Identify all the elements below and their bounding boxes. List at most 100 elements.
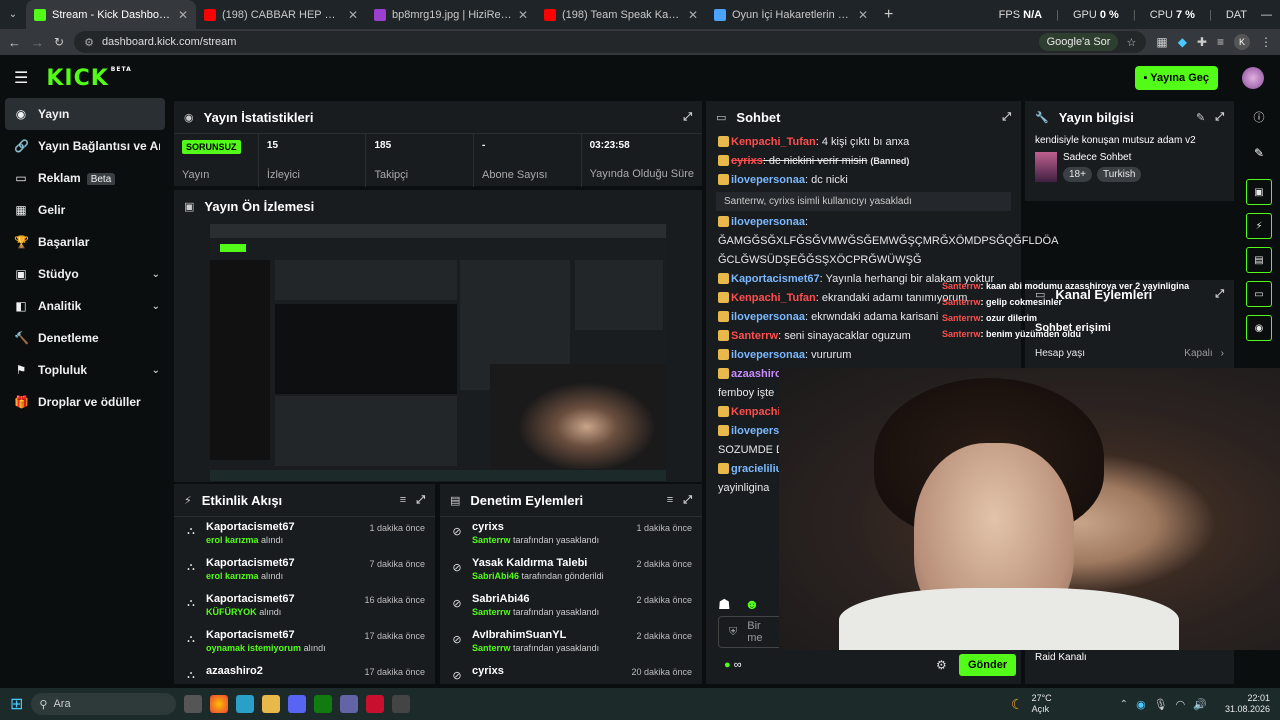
task-view-icon[interactable]: [184, 695, 203, 713]
info-icon[interactable]: ⓘ: [1238, 101, 1280, 133]
hamburger-menu-icon[interactable]: ☰: [14, 68, 28, 88]
expand-icon[interactable]: ⤢: [1215, 111, 1224, 124]
list-item[interactable]: ⊘ cyrixs Santerrw tarafından yasaklandı …: [440, 517, 702, 553]
ban-icon: ⊘: [452, 562, 462, 574]
teams-icon[interactable]: [340, 695, 359, 713]
go-live-button[interactable]: ▪ Yayına Geç: [1134, 66, 1218, 90]
badge-icon: [718, 174, 729, 185]
xbox-icon[interactable]: [314, 695, 333, 713]
moderation-actions-panel: ▤ Denetim Eylemleri ≡ ⤢ ⊘ cyrixs Santerr…: [440, 484, 702, 684]
sidebar-item-label: Reklam Beta: [38, 171, 160, 185]
close-tab-icon[interactable]: ✕: [178, 8, 188, 22]
list-item[interactable]: ⊘ SabriAbi46 Santerrw tarafından yasakla…: [440, 589, 702, 625]
expand-icon[interactable]: ⤢: [683, 494, 692, 507]
kick-emote-icon[interactable]: ☗: [718, 596, 731, 613]
list-item[interactable]: ⛬ Kaportacismet67 erol karızma alındı 7 …: [174, 553, 435, 589]
chrome-icon[interactable]: [210, 695, 229, 713]
list-item[interactable]: ⛬ Kaportacismet67 erol karızma alındı 1 …: [174, 517, 435, 553]
sidebar-item-icon: ◉: [15, 107, 27, 121]
list-item[interactable]: ⊘ AvIbrahimSuanYL Santerrw tarafından ya…: [440, 625, 702, 661]
close-tab-icon[interactable]: ✕: [518, 8, 528, 22]
browser-tab[interactable]: Stream - Kick Dashboard ✕: [26, 0, 196, 29]
record-icon[interactable]: ◉: [1246, 315, 1272, 341]
lightning-icon[interactable]: ⚡: [1246, 213, 1272, 239]
close-tab-icon[interactable]: ✕: [688, 8, 698, 22]
chat-icon[interactable]: ▭: [1246, 281, 1272, 307]
document-icon[interactable]: ▤: [1246, 247, 1272, 273]
edit-icon[interactable]: ✎: [1196, 111, 1205, 124]
sidebar-item[interactable]: 🎁 Droplar ve ödüller: [0, 386, 170, 418]
chat-message: ilovepersonaa:: [706, 213, 1021, 232]
video-icon[interactable]: ▣: [1246, 179, 1272, 205]
extension-icon[interactable]: ▦: [1156, 35, 1167, 49]
extension-2-icon[interactable]: ◆: [1178, 35, 1187, 49]
bookmark-star-icon[interactable]: ☆: [1126, 36, 1136, 49]
list-item[interactable]: ⛬ Kaportacismet67 KÜFÜRYOK alındı 16 dak…: [174, 589, 435, 625]
chat-input[interactable]: ⛨ Bir me: [718, 616, 788, 648]
stream-preview-video[interactable]: [210, 224, 666, 481]
media-icon[interactable]: ≡: [1217, 35, 1224, 49]
user-group-icon: ⛬: [187, 669, 195, 681]
close-tab-icon[interactable]: ✕: [858, 8, 868, 22]
weather-widget[interactable]: 27°C Açık: [1032, 693, 1052, 715]
chat-settings-icon[interactable]: ⚙: [936, 658, 947, 672]
expand-icon[interactable]: ⤢: [1002, 111, 1011, 124]
emote-icon[interactable]: ☻: [745, 596, 760, 613]
google-ask-button[interactable]: Google'a Sor: [1038, 33, 1119, 51]
edit-layout-icon[interactable]: ✎: [1238, 133, 1280, 173]
new-tab-icon[interactable]: +: [884, 6, 893, 24]
tab-search-icon[interactable]: ⌄: [0, 9, 26, 20]
expand-icon[interactable]: ⤢: [416, 494, 425, 507]
expand-icon[interactable]: ⤢: [683, 111, 692, 124]
filter-icon[interactable]: ≡: [400, 494, 406, 506]
back-icon[interactable]: ←: [8, 35, 21, 50]
obs-icon[interactable]: [392, 695, 411, 713]
expand-icon[interactable]: ⤢: [1215, 288, 1224, 301]
badge-icon: [718, 368, 729, 379]
menu-icon[interactable]: ⋮: [1260, 35, 1272, 49]
timestamp: 2 dakika önce: [636, 559, 692, 569]
app-icon[interactable]: [236, 695, 255, 713]
browser-tab[interactable]: (198) CABBAR HEP HAKLIYDI - ✕: [196, 0, 366, 29]
sidebar-item[interactable]: ▣ Stüdyo ⌄: [0, 258, 170, 290]
webcam-overlay: [779, 368, 1280, 650]
send-button[interactable]: Gönder: [959, 654, 1017, 676]
list-item[interactable]: ⛬ Kaportacismet67 oynamak istemiyorum al…: [174, 625, 435, 661]
windows-start-icon[interactable]: ⊞: [10, 694, 23, 714]
raid-channel[interactable]: Raid Kanalı: [1035, 652, 1087, 663]
app-red-icon[interactable]: [366, 695, 385, 713]
network-icon[interactable]: ◠: [1176, 698, 1186, 711]
sidebar-item[interactable]: 🔨 Denetleme: [0, 322, 170, 354]
clock[interactable]: 22:01 31.08.2026: [1225, 693, 1270, 715]
user-avatar[interactable]: [1242, 67, 1264, 89]
close-tab-icon[interactable]: ✕: [348, 8, 358, 22]
file-explorer-icon[interactable]: [262, 695, 281, 713]
forward-icon[interactable]: →: [31, 35, 44, 50]
sidebar-item[interactable]: ⚑ Topluluk ⌄: [0, 354, 170, 386]
filter-icon[interactable]: ≡: [667, 494, 673, 506]
reload-icon[interactable]: ↻: [54, 35, 64, 49]
sidebar-item[interactable]: ▦ Gelir: [0, 194, 170, 226]
url-field[interactable]: ⚙ dashboard.kick.com/stream Google'a Sor…: [74, 31, 1147, 53]
discord-icon[interactable]: [288, 695, 307, 713]
sidebar-item[interactable]: 🏆 Başarılar: [0, 226, 170, 258]
browser-tab[interactable]: (198) Team Speak Kavga [Kopti✕: [536, 0, 706, 29]
puzzle-icon[interactable]: ✚: [1197, 35, 1207, 49]
infinity-icon[interactable]: ● ∞: [724, 659, 742, 671]
site-info-icon[interactable]: ⚙: [84, 36, 94, 49]
microphone-icon[interactable]: 🎙: [1154, 698, 1168, 711]
sidebar-item[interactable]: ◉ Yayın: [5, 98, 165, 130]
tray-app-icon[interactable]: ◉: [1136, 698, 1146, 711]
list-item[interactable]: ⊘ Yasak Kaldırma Talebi SabriAbi46 taraf…: [440, 553, 702, 589]
sidebar-item[interactable]: ◧ Analitik ⌄: [0, 290, 170, 322]
kick-logo[interactable]: KICK BETA: [46, 66, 131, 91]
browser-tab[interactable]: bp8mrg19.jpg | HiziResim ✕: [366, 0, 536, 29]
sidebar-item[interactable]: ▭ Reklam Beta: [0, 162, 170, 194]
taskbar-search[interactable]: ⚲ Ara: [31, 693, 177, 715]
profile-avatar[interactable]: K: [1234, 34, 1250, 50]
tray-chevron-icon[interactable]: ⌃: [1120, 699, 1128, 710]
browser-tab[interactable]: Oyun İçi Hakaretlerin Hukuki Bo✕: [706, 0, 876, 29]
sidebar-item[interactable]: 🔗 Yayın Bağlantısı ve Anahtar: [0, 130, 170, 162]
minimize-icon[interactable]: —: [1261, 9, 1272, 21]
volume-icon[interactable]: 🔊: [1193, 698, 1207, 711]
